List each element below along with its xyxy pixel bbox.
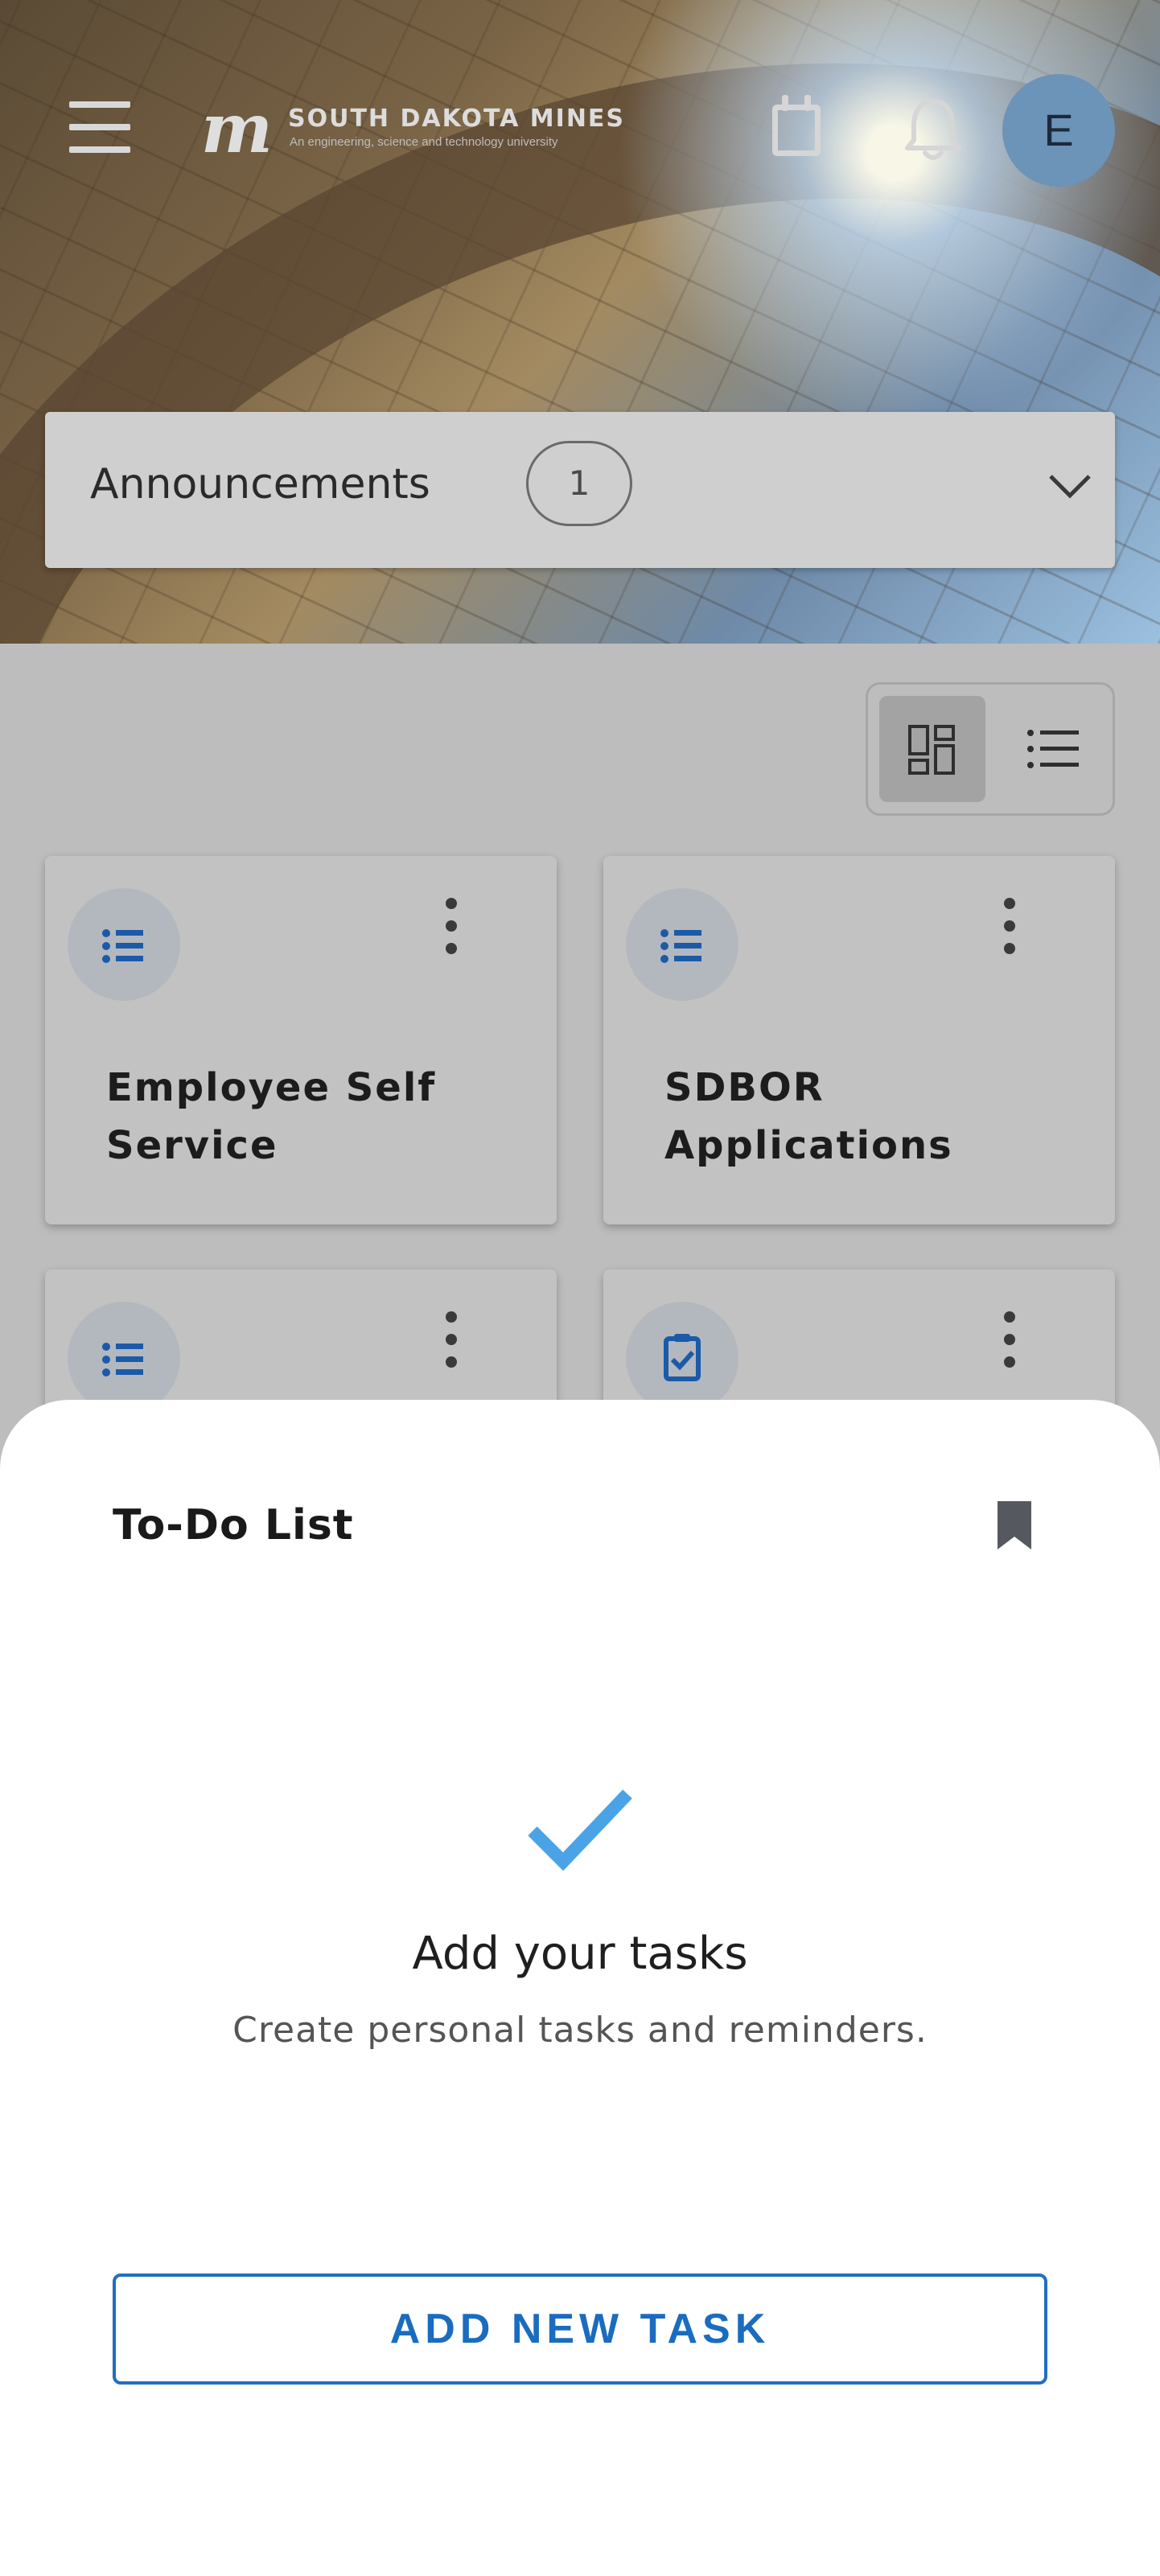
view-toggle	[866, 682, 1115, 816]
clipboard-check-icon	[626, 1302, 738, 1414]
grid-view-button[interactable]	[879, 696, 985, 802]
list-view-button[interactable]	[1000, 696, 1106, 802]
logo-name: SOUTH DAKOTA MINES	[288, 105, 626, 133]
card-employee-self-service[interactable]: Employee Self Service	[45, 856, 557, 1224]
empty-state-title: Add your tasks	[412, 1928, 748, 1980]
add-new-task-button[interactable]: ADD NEW TASK	[113, 2274, 1047, 2385]
more-options-icon[interactable]	[434, 898, 467, 962]
more-options-icon[interactable]	[434, 1311, 467, 1376]
calendar-icon[interactable]	[769, 93, 833, 166]
announcements-panel[interactable]: Announcements 1	[45, 412, 1115, 568]
chevron-down-icon	[1049, 475, 1091, 499]
more-options-icon[interactable]	[993, 898, 1025, 962]
card-title: SDBOR Applications	[664, 1065, 953, 1168]
top-app-bar: m SOUTH DAKOTA MINES An engineering, sci…	[0, 0, 1160, 257]
list-icon	[68, 1302, 180, 1414]
university-logo: m SOUTH DAKOTA MINES An engineering, sci…	[201, 88, 623, 168]
list-view-icon	[1027, 730, 1079, 768]
app-screen: m SOUTH DAKOTA MINES An engineering, sci…	[0, 0, 1160, 2576]
hero-banner: m SOUTH DAKOTA MINES An engineering, sci…	[0, 0, 1160, 644]
notification-bell-icon[interactable]	[901, 93, 965, 166]
logo-mark: m	[201, 88, 273, 168]
empty-state-subtitle: Create personal tasks and reminders.	[232, 2010, 928, 2051]
menu-icon[interactable]	[69, 101, 130, 153]
list-icon	[68, 888, 180, 1001]
card-sdbor-applications[interactable]: SDBOR Applications	[603, 856, 1115, 1224]
logo-tagline: An engineering, science and technology u…	[290, 135, 558, 149]
list-icon	[626, 888, 738, 1001]
checkmark-icon	[528, 1789, 632, 1871]
announcements-count-badge: 1	[526, 441, 632, 526]
card-title: Employee Self Service	[106, 1065, 437, 1168]
grid-view-icon	[908, 725, 955, 775]
todo-title: To-Do List	[113, 1501, 354, 1549]
bookmark-icon[interactable]	[994, 1500, 1035, 1551]
announcements-label: Announcements	[90, 460, 430, 508]
more-options-icon[interactable]	[993, 1311, 1025, 1376]
user-avatar[interactable]: E	[1002, 74, 1115, 187]
todo-bottom-sheet: To-Do List Add your tasks Create persona…	[0, 1400, 1160, 2576]
